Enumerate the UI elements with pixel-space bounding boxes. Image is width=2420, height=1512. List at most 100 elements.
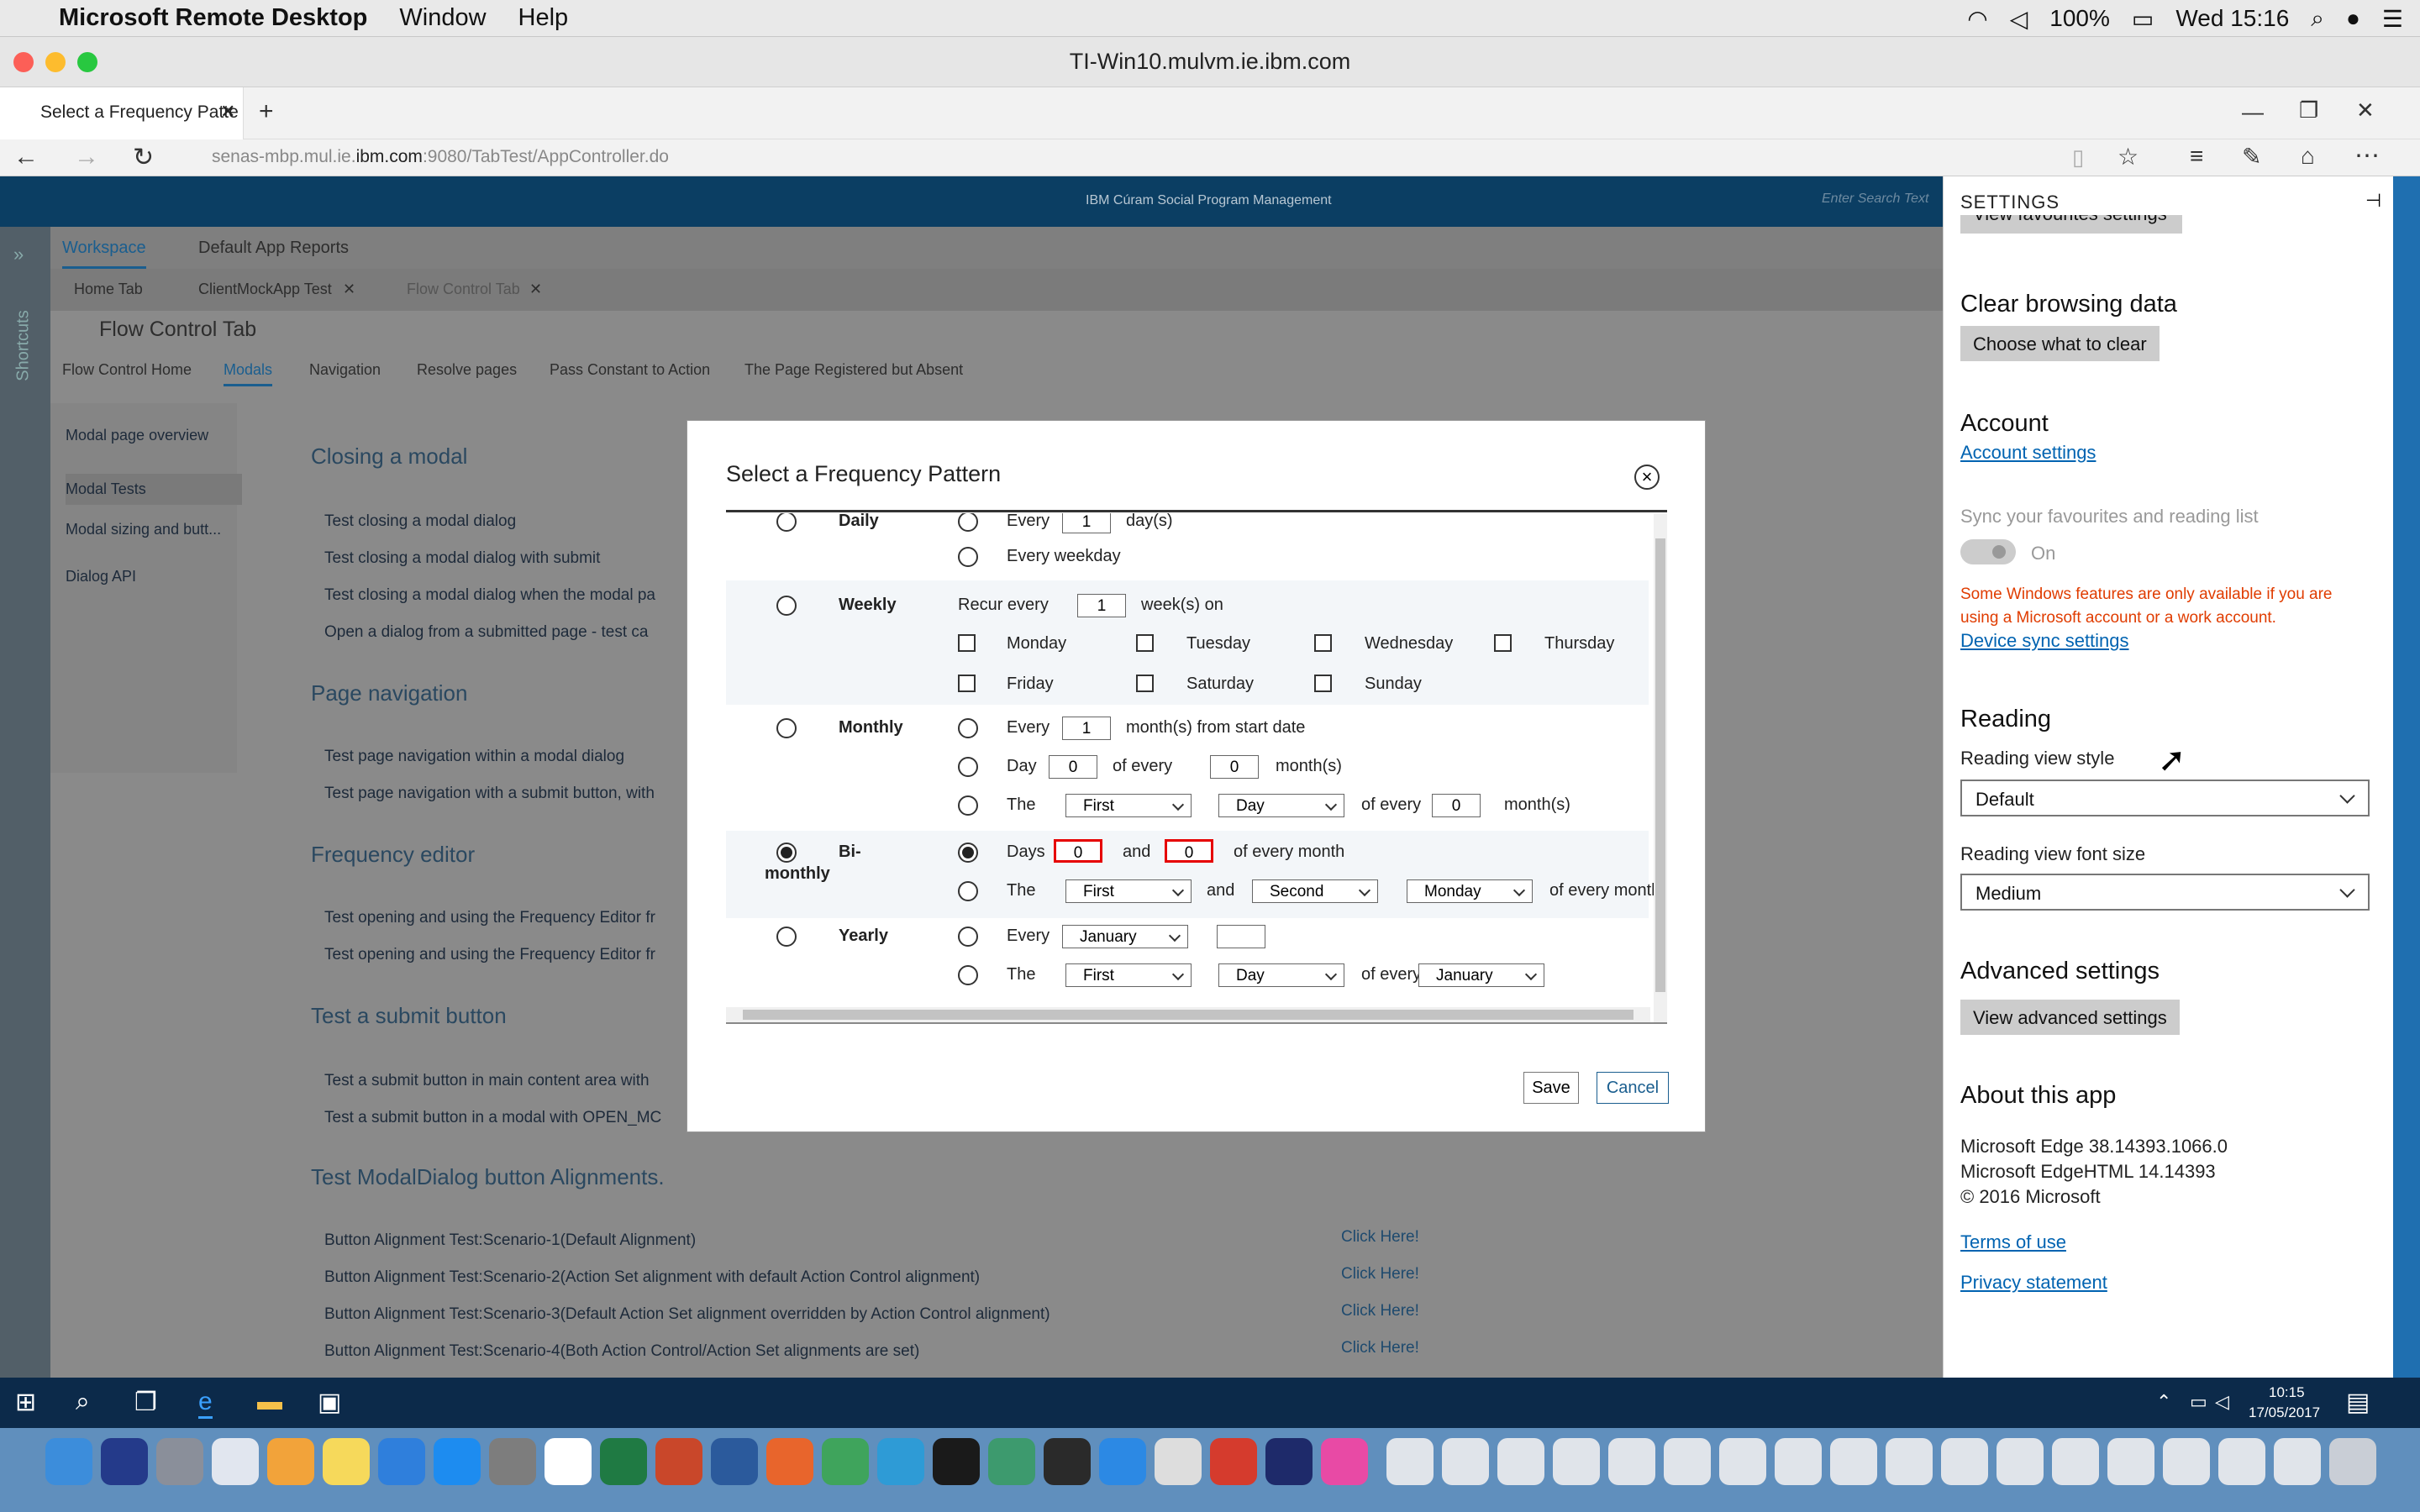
nav-workspace[interactable]: Workspace — [62, 239, 146, 269]
share-icon[interactable]: ⌂ — [2301, 143, 2315, 170]
battery-icon[interactable]: ▭ — [2132, 5, 2154, 33]
more-icon[interactable]: ⋯ — [2354, 141, 2380, 171]
cancel-button[interactable]: Cancel — [1597, 1072, 1669, 1104]
reading-style-dropdown[interactable]: Default — [1960, 780, 2370, 816]
click-here-1[interactable]: Click Here! — [1341, 1228, 1419, 1247]
slack-icon[interactable] — [544, 1438, 592, 1485]
weekly-radio[interactable] — [776, 596, 797, 616]
web-note-icon[interactable]: ✎ — [2242, 143, 2261, 171]
network-icon[interactable]: ▭ — [2190, 1391, 2207, 1413]
subnav-page-registered[interactable]: The Page Registered but Absent — [744, 361, 963, 379]
link-closing-2[interactable]: Test closing a modal dialog with submit — [324, 549, 600, 568]
link-submit-1[interactable]: Test a submit button in main content are… — [324, 1072, 650, 1090]
document-thumbnail-icon[interactable] — [1664, 1438, 1711, 1485]
tuesday-checkbox[interactable] — [1136, 634, 1154, 652]
terms-link[interactable]: Terms of use — [1960, 1231, 2066, 1253]
monthly-every-radio[interactable] — [958, 718, 978, 738]
spotlight-icon[interactable]: ⌕ — [2311, 5, 2324, 33]
view-favourites-settings-button[interactable]: View favourites settings — [1960, 215, 2182, 234]
new-tab-icon[interactable]: + — [259, 97, 274, 126]
taskbar-time[interactable]: 10:15 — [2269, 1384, 2305, 1401]
subnav-flow-control-home[interactable]: Flow Control Home — [62, 361, 192, 379]
menubar-clock[interactable]: Wed 15:16 — [2175, 5, 2289, 32]
document-thumbnail-icon[interactable] — [1941, 1438, 1988, 1485]
subnav-modals[interactable]: Modals — [224, 361, 273, 386]
volume-icon[interactable]: ◁ — [2215, 1391, 2229, 1413]
store-icon[interactable]: ▣ — [318, 1388, 341, 1417]
system-preferences-icon[interactable] — [489, 1438, 536, 1485]
activity-monitor-icon[interactable] — [1044, 1438, 1091, 1485]
click-here-2[interactable]: Click Here! — [1341, 1265, 1419, 1284]
favourite-star-icon[interactable]: ☆ — [2118, 143, 2139, 171]
subnav-pass-constant[interactable]: Pass Constant to Action — [550, 361, 710, 379]
link-closing-4[interactable]: Open a dialog from a submitted page - te… — [324, 623, 649, 642]
volume-icon[interactable]: ◁ — [2010, 5, 2028, 33]
edge-icon[interactable]: e — [198, 1388, 213, 1419]
horizontal-scrollbar[interactable] — [726, 1007, 1650, 1022]
atom-icon[interactable] — [988, 1438, 1035, 1485]
url-field[interactable]: senas-mbp.mul.ie.ibm.com:9080/TabTest/Ap… — [212, 147, 669, 167]
close-icon[interactable]: ✕ — [2356, 97, 2375, 123]
sunday-checkbox[interactable] — [1314, 675, 1332, 692]
click-here-4[interactable]: Click Here! — [1341, 1339, 1419, 1357]
vertical-scrollbar[interactable] — [1654, 513, 1667, 1022]
link-nav-2[interactable]: Test page navigation with a submit butto… — [324, 785, 655, 803]
minimize-icon[interactable]: — — [2242, 99, 2264, 125]
forward-icon[interactable]: → — [74, 143, 99, 171]
link-closing-1[interactable]: Test closing a modal dialog — [324, 512, 516, 531]
keynote-icon[interactable] — [378, 1438, 425, 1485]
document-thumbnail-icon[interactable] — [2052, 1438, 2099, 1485]
hub-icon[interactable]: ≡ — [2190, 143, 2203, 170]
link-align-4[interactable]: Button Alignment Test:Scenario-4(Both Ac… — [324, 1342, 919, 1361]
document-thumbnail-icon[interactable] — [1996, 1438, 2044, 1485]
bimonthly-first-select[interactable]: First — [1065, 879, 1192, 903]
bimonthly-day1-input[interactable]: 0 — [1054, 839, 1102, 863]
notification-center-icon[interactable]: ☰ — [2382, 5, 2403, 33]
monthly-the-months-input[interactable]: 0 — [1432, 794, 1481, 817]
tab-home[interactable]: Home Tab — [74, 281, 143, 298]
account-settings-link[interactable]: Account settings — [1960, 442, 2096, 464]
pin-icon[interactable]: ⊣ — [2365, 190, 2381, 212]
left-link-modal-overview[interactable]: Modal page overview — [66, 427, 208, 444]
word-icon[interactable] — [711, 1438, 758, 1485]
script-editor-icon[interactable] — [1155, 1438, 1202, 1485]
app-store-icon[interactable] — [434, 1438, 481, 1485]
nav-default-app-reports[interactable]: Default App Reports — [198, 239, 349, 258]
yearly-month-select[interactable]: January — [1062, 925, 1188, 948]
font-size-dropdown[interactable]: Medium — [1960, 874, 2370, 911]
pattern-scroll-area[interactable]: Daily Every 1 day(s) Every weekday Weekl… — [726, 513, 1667, 1024]
device-sync-link[interactable]: Device sync settings — [1960, 630, 2129, 652]
yearly-day-input[interactable] — [1217, 925, 1265, 948]
document-thumbnail-icon[interactable] — [1830, 1438, 1877, 1485]
monday-checkbox[interactable] — [958, 634, 976, 652]
preview-icon[interactable] — [212, 1438, 259, 1485]
app-menu[interactable]: Microsoft Remote Desktop — [59, 4, 367, 32]
left-link-dialog-api[interactable]: Dialog API — [66, 568, 136, 585]
help-menu[interactable]: Help — [518, 4, 569, 32]
thursday-checkbox[interactable] — [1494, 634, 1512, 652]
itunes-icon[interactable] — [1321, 1438, 1368, 1485]
terminal-icon[interactable] — [933, 1438, 980, 1485]
refresh-icon[interactable]: ↻ — [133, 143, 154, 172]
saturday-checkbox[interactable] — [1136, 675, 1154, 692]
photos-icon[interactable] — [267, 1438, 314, 1485]
chrome-icon[interactable] — [822, 1438, 869, 1485]
siri-icon[interactable]: ● — [2346, 5, 2360, 32]
search-input[interactable]: Enter Search Text — [1822, 192, 1928, 207]
document-thumbnail-icon[interactable] — [1497, 1438, 1544, 1485]
document-thumbnail-icon[interactable] — [2218, 1438, 2265, 1485]
subnav-navigation[interactable]: Navigation — [309, 361, 381, 379]
monthly-day-radio[interactable] — [958, 757, 978, 777]
link-align-3[interactable]: Button Alignment Test:Scenario-3(Default… — [324, 1305, 1050, 1324]
vpn-icon[interactable] — [1265, 1438, 1313, 1485]
finder-icon[interactable] — [45, 1438, 92, 1485]
privacy-link[interactable]: Privacy statement — [1960, 1272, 2107, 1294]
siri-icon[interactable] — [101, 1438, 148, 1485]
bimonthly-the-radio[interactable] — [958, 881, 978, 901]
bimonthly-second-select[interactable]: Second — [1252, 879, 1378, 903]
powerpoint-icon[interactable] — [655, 1438, 702, 1485]
yearly-month2-select[interactable]: January — [1418, 963, 1544, 987]
reading-view-icon[interactable]: ▯ — [2072, 144, 2084, 171]
wednesday-checkbox[interactable] — [1314, 634, 1332, 652]
document-thumbnail-icon[interactable] — [1886, 1438, 1933, 1485]
